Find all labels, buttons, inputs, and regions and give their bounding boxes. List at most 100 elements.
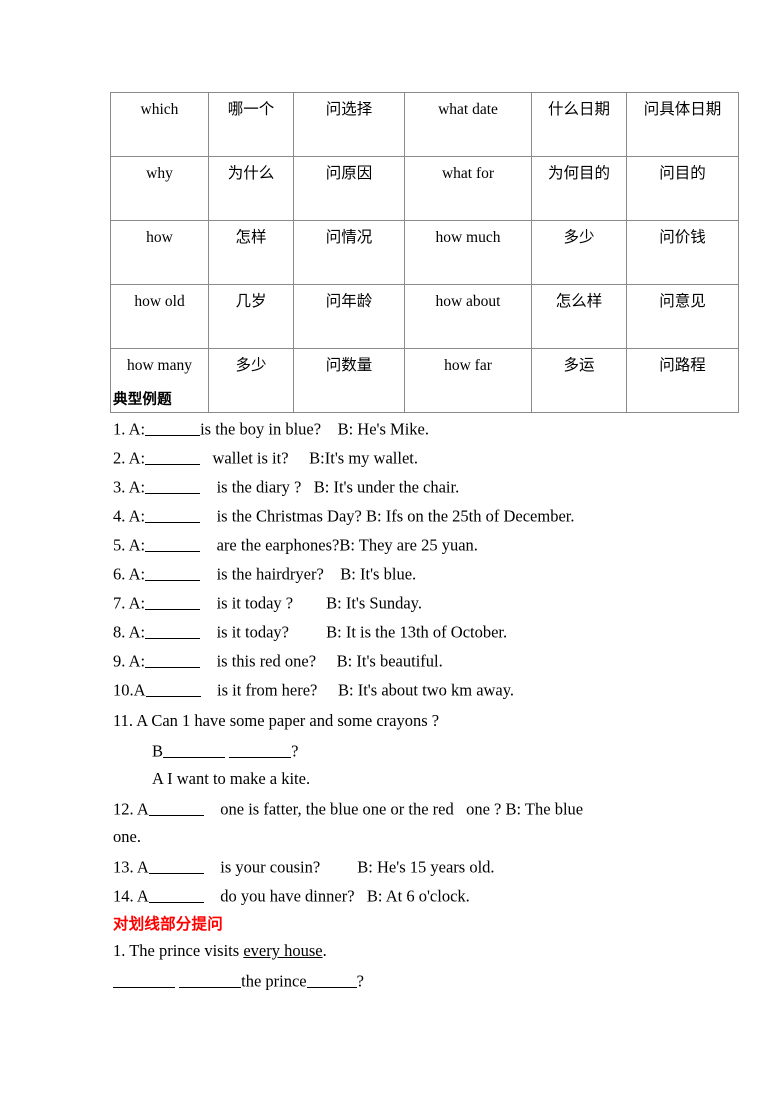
- line-suffix: is this red one? B: It's beautiful.: [200, 651, 443, 671]
- line-prefix: 13. A: [113, 857, 149, 877]
- answer-blank[interactable]: [145, 419, 201, 436]
- answer-blank[interactable]: [145, 622, 201, 639]
- cell-use-right: 问价钱: [626, 220, 739, 285]
- table-row: how many 多少 问数量 how far 多运 问路程: [110, 348, 739, 413]
- underline-exercise-1-answer: the prince?: [113, 971, 364, 991]
- exercise-line-12-wrap: one.: [113, 827, 141, 846]
- line-suffix: is the hairdryer? B: It's blue.: [200, 564, 417, 584]
- cell-cn-right: 什么日期: [531, 92, 627, 157]
- answer-blank[interactable]: [145, 448, 201, 465]
- question-words-table: which 哪一个 问选择 what date 什么日期 问具体日期 why 为…: [110, 92, 739, 413]
- line-prefix: 8. A:: [113, 622, 146, 642]
- answer-blank[interactable]: [229, 741, 292, 758]
- line-suffix: is the Christmas Day? B: Ifs on the 25th…: [200, 506, 575, 526]
- cell-use-right: 问具体日期: [626, 92, 739, 157]
- line-suffix: ?: [291, 741, 299, 761]
- line-suffix: is it from here? B: It's about two km aw…: [200, 680, 515, 700]
- line-prefix: 9. A:: [113, 651, 146, 671]
- line-suffix: do you have dinner? B: At 6 o'clock.: [203, 886, 470, 906]
- line-prefix: 12. A: [113, 799, 149, 819]
- exercise-line-11a: 11. A Can 1 have some paper and some cra…: [113, 711, 440, 730]
- answer-blank[interactable]: [148, 886, 204, 903]
- cell-use-right: 问意见: [626, 284, 739, 349]
- cell-use-left: 问数量: [293, 348, 405, 413]
- cell-en-right: how much: [404, 220, 532, 285]
- cell-use-right: 问路程: [626, 348, 739, 413]
- table-row: which 哪一个 问选择 what date 什么日期 问具体日期: [110, 92, 739, 157]
- table-body: which 哪一个 问选择 what date 什么日期 问具体日期 why 为…: [110, 92, 739, 413]
- sentence-suffix: .: [322, 941, 327, 960]
- exercise-line-12: 12. A one is fatter, the blue one or the…: [113, 799, 583, 819]
- answer-blank[interactable]: [145, 506, 201, 523]
- cell-cn-left: 几岁: [208, 284, 294, 349]
- cell-use-right: 问目的: [626, 156, 739, 221]
- answer-end: ?: [356, 971, 364, 991]
- answer-blank[interactable]: [145, 564, 201, 581]
- line-suffix: is it today ? B: It's Sunday.: [200, 593, 422, 613]
- answer-blank[interactable]: [163, 741, 226, 758]
- line-prefix: 5. A:: [113, 535, 146, 555]
- answer-blank[interactable]: [145, 477, 201, 494]
- line-prefix: 4. A:: [113, 506, 146, 526]
- line-suffix: is your cousin? B: He's 15 years old.: [203, 857, 495, 877]
- line-prefix: 14. A: [113, 886, 149, 906]
- exercise-line-2: 2. A: wallet is it? B:It's my wallet.: [113, 448, 418, 468]
- cell-cn-left: 多少: [208, 348, 294, 413]
- document-page: which 哪一个 问选择 what date 什么日期 问具体日期 why 为…: [0, 0, 780, 1103]
- cell-en-left: how: [110, 220, 209, 285]
- answer-blank[interactable]: [179, 971, 242, 988]
- line-suffix: is it today? B: It is the 13th of Octobe…: [200, 622, 508, 642]
- line-suffix: one is fatter, the blue one or the red o…: [203, 799, 584, 819]
- line-suffix: is the diary ? B: It's under the chair.: [200, 477, 460, 497]
- line-suffix: wallet is it? B:It's my wallet.: [200, 448, 418, 468]
- cell-use-left: 问情况: [293, 220, 405, 285]
- line-prefix: 6. A:: [113, 564, 146, 584]
- underlined-phrase: every house: [243, 941, 323, 960]
- exercise-line-11b: B ?: [152, 741, 298, 761]
- cell-en-right: what for: [404, 156, 532, 221]
- cell-cn-right: 怎么样: [531, 284, 627, 349]
- cell-en-right: how far: [404, 348, 532, 413]
- cell-en-left: how old: [110, 284, 209, 349]
- answer-blank[interactable]: [145, 680, 201, 697]
- cell-en-right: how about: [404, 284, 532, 349]
- line-prefix: 1. A:: [113, 419, 146, 439]
- answer-blank[interactable]: [148, 857, 204, 874]
- cell-cn-right: 多少: [531, 220, 627, 285]
- cell-en-right: what date: [404, 92, 532, 157]
- exercise-line-7: 7. A: is it today ? B: It's Sunday.: [113, 593, 422, 613]
- exercise-line-11c: A I want to make a kite.: [152, 769, 311, 788]
- answer-blank[interactable]: [113, 971, 175, 988]
- cell-en-left: why: [110, 156, 209, 221]
- answer-mid: the prince: [241, 971, 307, 991]
- line-suffix: are the earphones?B: They are 25 yuan.: [200, 535, 478, 555]
- exercise-line-9: 9. A: is this red one? B: It's beautiful…: [113, 651, 443, 671]
- exercise-line-4: 4. A: is the Christmas Day? B: Ifs on th…: [113, 506, 574, 526]
- exercise-line-1: 1. A: is the boy in blue? B: He's Mike.: [113, 419, 429, 439]
- answer-blank[interactable]: [145, 593, 201, 610]
- section-heading-underline-question: 对划线部分提问: [113, 915, 223, 933]
- cell-use-left: 问年龄: [293, 284, 405, 349]
- cell-use-left: 问原因: [293, 156, 405, 221]
- sentence-prefix: 1. The prince visits: [113, 941, 244, 960]
- line-prefix: 2. A:: [113, 448, 146, 468]
- section-heading-examples: 典型例题: [113, 392, 172, 408]
- cell-en-left: which: [110, 92, 209, 157]
- line-suffix: is the boy in blue? B: He's Mike.: [200, 419, 429, 439]
- table-row: why 为什么 问原因 what for 为何目的 问目的: [110, 156, 739, 221]
- exercise-line-13: 13. A is your cousin? B: He's 15 years o…: [113, 857, 495, 877]
- answer-blank[interactable]: [145, 651, 201, 668]
- line-prefix: 7. A:: [113, 593, 146, 613]
- line-prefix: B: [152, 741, 164, 761]
- cell-cn-left: 哪一个: [208, 92, 294, 157]
- cell-cn-left: 为什么: [208, 156, 294, 221]
- exercise-line-8: 8. A: is it today? B: It is the 13th of …: [113, 622, 507, 642]
- answer-blank[interactable]: [306, 971, 357, 988]
- exercise-line-5: 5. A: are the earphones?B: They are 25 y…: [113, 535, 478, 555]
- table-row: how old 几岁 问年龄 how about 怎么样 问意见: [110, 284, 739, 349]
- exercise-line-6: 6. A: is the hairdryer? B: It's blue.: [113, 564, 416, 584]
- answer-blank[interactable]: [148, 799, 204, 816]
- answer-blank[interactable]: [145, 535, 201, 552]
- line-prefix: 3. A:: [113, 477, 146, 497]
- exercise-line-14: 14. A do you have dinner? B: At 6 o'cloc…: [113, 886, 470, 906]
